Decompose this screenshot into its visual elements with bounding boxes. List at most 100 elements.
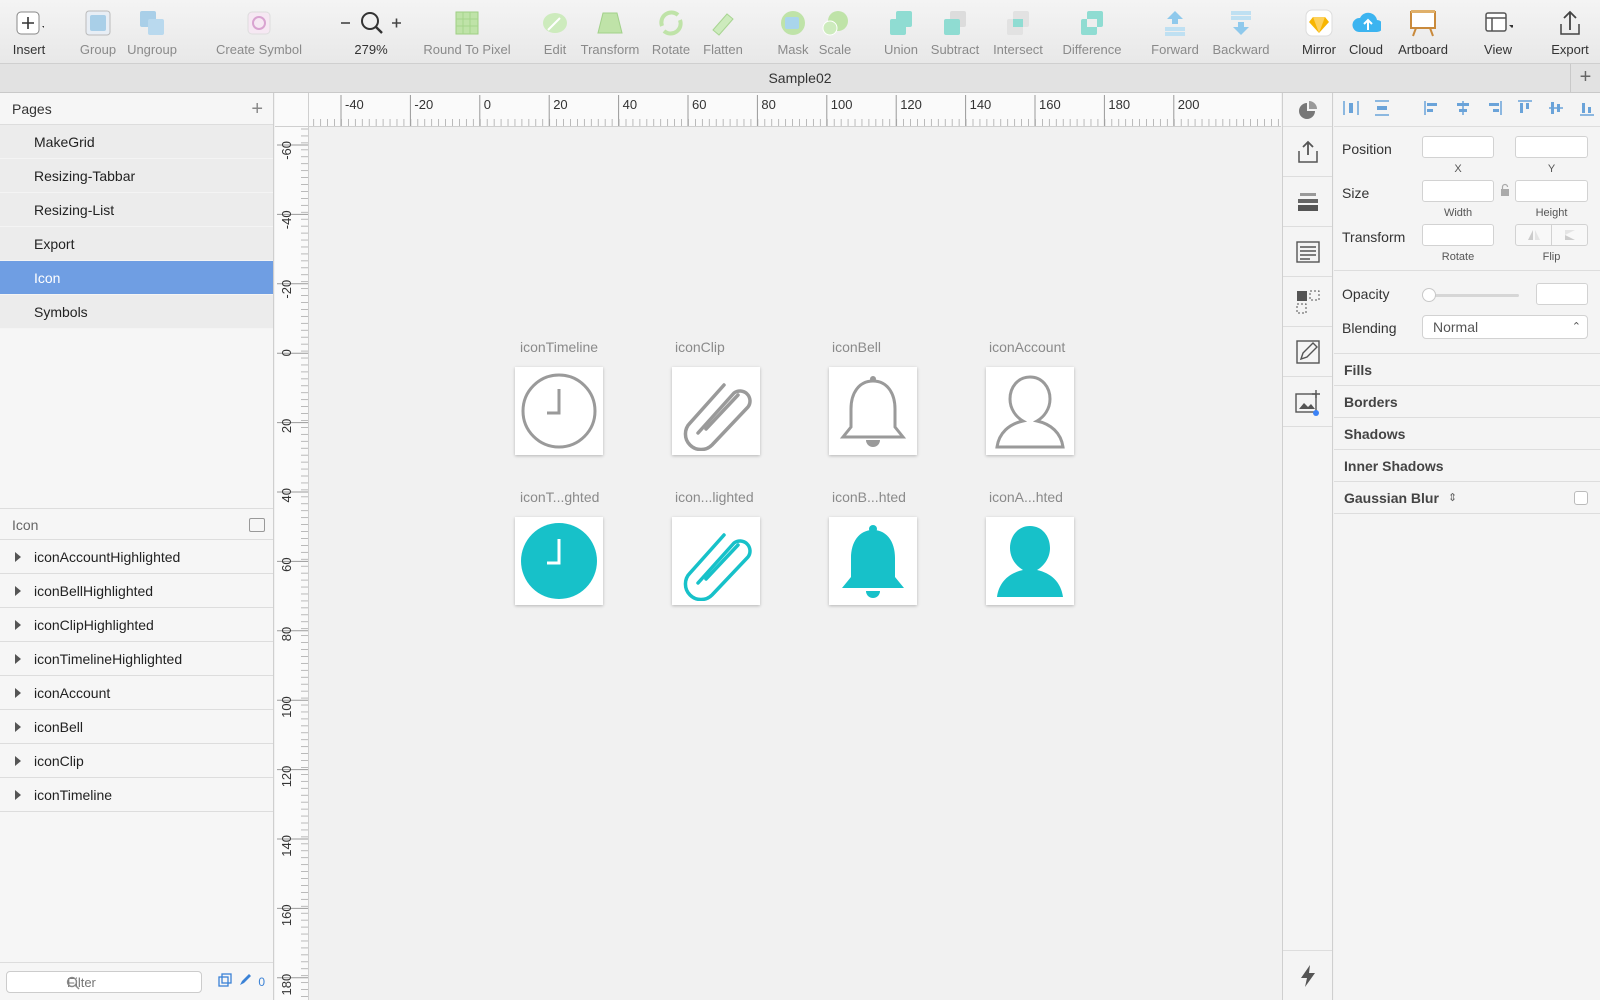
artboard-label[interactable]: iconClip — [675, 339, 725, 355]
plugins-button[interactable] — [1283, 950, 1332, 1000]
y-field[interactable] — [1515, 136, 1588, 158]
canvas[interactable]: iconTimeline iconClip iconBell iconAccou… — [310, 128, 1281, 1000]
intersect-button[interactable]: Intersect — [983, 8, 1053, 57]
rotate-label: Rotate — [1441, 251, 1475, 263]
align-bottom-icon[interactable] — [1578, 99, 1596, 120]
disclosure-triangle-icon[interactable] — [15, 722, 21, 732]
opacity-slider[interactable] — [1427, 294, 1519, 297]
align-top-icon[interactable] — [1516, 99, 1534, 120]
export-panel-button[interactable] — [1283, 127, 1332, 177]
symbols-filter-icon[interactable] — [218, 973, 232, 990]
artboard-label[interactable]: icon...lighted — [675, 489, 754, 505]
align-center-horizontal-icon[interactable] — [1454, 99, 1472, 120]
disclosure-triangle-icon[interactable] — [15, 790, 21, 800]
page-item-resizing-tabbar[interactable]: Resizing-Tabbar — [0, 159, 273, 193]
disclosure-triangle-icon[interactable] — [15, 688, 21, 698]
artboard-icon-account[interactable] — [986, 367, 1074, 455]
align-middle-vertical-icon[interactable] — [1547, 99, 1565, 120]
round-to-pixel-button[interactable]: Round To Pixel — [422, 8, 512, 57]
difference-button[interactable]: Difference — [1052, 8, 1132, 57]
width-field[interactable] — [1422, 180, 1494, 202]
x-field[interactable] — [1422, 136, 1494, 158]
page-item-export[interactable]: Export — [0, 227, 273, 261]
artboard-icon-timeline[interactable] — [515, 367, 603, 455]
disclosure-triangle-icon[interactable] — [15, 586, 21, 596]
grid-select-button[interactable] — [1283, 277, 1332, 327]
collapse-layers-icon[interactable] — [249, 518, 265, 532]
lock-icon[interactable] — [1500, 183, 1510, 200]
export-button[interactable]: Export — [1535, 8, 1600, 57]
transform-button[interactable]: Transform — [575, 8, 645, 57]
fills-section[interactable]: Fills — [1334, 354, 1600, 386]
forward-button[interactable]: Forward — [1140, 8, 1210, 57]
add-page-icon[interactable]: + — [251, 93, 263, 125]
artboard-button[interactable]: Artboard — [1388, 8, 1458, 57]
create-symbol-button[interactable]: Create Symbol — [216, 8, 302, 57]
flip-horizontal-icon[interactable] — [1516, 225, 1552, 245]
filter-input[interactable] — [6, 971, 202, 993]
artboard-icon-bell[interactable] — [829, 367, 917, 455]
blending-select[interactable]: Normal ⌃ — [1422, 315, 1588, 339]
text-layout-button[interactable] — [1283, 227, 1332, 277]
height-field[interactable] — [1515, 180, 1588, 202]
zoom-control[interactable]: 279% — [336, 8, 406, 57]
align-left-icon[interactable] — [1423, 99, 1441, 120]
rotate-field[interactable] — [1422, 224, 1494, 246]
layer-item[interactable]: iconClip — [0, 744, 273, 778]
page-item-icon[interactable]: Icon — [0, 261, 273, 295]
inner-shadows-section[interactable]: Inner Shadows — [1334, 450, 1600, 482]
artboard-label[interactable]: iconT...ghted — [520, 489, 599, 505]
layer-item[interactable]: iconTimeline — [0, 778, 273, 812]
artboard-label[interactable]: iconAccount — [989, 339, 1065, 355]
disclosure-triangle-icon[interactable] — [15, 654, 21, 664]
opacity-slider-thumb[interactable] — [1422, 288, 1436, 302]
subtract-button[interactable]: Subtract — [920, 8, 990, 57]
artboard-label[interactable]: iconB...hted — [832, 489, 906, 505]
borders-section[interactable]: Borders — [1334, 386, 1600, 418]
disclosure-triangle-icon[interactable] — [15, 756, 21, 766]
layer-item[interactable]: iconAccountHighlighted — [0, 540, 273, 574]
layer-item[interactable]: iconBell — [0, 710, 273, 744]
edited-filter-icon[interactable] — [238, 973, 252, 990]
insert-button[interactable]: Insert — [0, 8, 64, 57]
disclosure-triangle-icon[interactable] — [15, 620, 21, 630]
round-to-pixel-label: Round To Pixel — [423, 42, 511, 57]
artboard-icon-clip[interactable] — [672, 367, 760, 455]
vertical-ruler[interactable]: -60 -40 -20 0 20 40 60 80 100 120 140 160 180 — [275, 127, 309, 1000]
edit-image-button[interactable] — [1283, 327, 1332, 377]
inspector-tab[interactable] — [1283, 93, 1332, 127]
layer-item[interactable]: iconAccount — [0, 676, 273, 710]
artboard-label[interactable]: iconTimeline — [520, 339, 598, 355]
align-right-icon[interactable] — [1485, 99, 1503, 120]
artboard-label[interactable]: iconA...hted — [989, 489, 1063, 505]
scale-button[interactable]: Scale — [800, 8, 870, 57]
artboard-label[interactable]: iconBell — [832, 339, 881, 355]
layer-item[interactable]: iconBellHighlighted — [0, 574, 273, 608]
horizontal-ruler[interactable]: -40 -20 0 20 40 60 80 100 120 140 160 180 200 — [275, 93, 1281, 127]
layer-item[interactable]: iconTimelineHighlighted — [0, 642, 273, 676]
artboard-icon-account-highlighted[interactable] — [986, 517, 1074, 605]
distribute-vertical-icon[interactable] — [1373, 99, 1391, 120]
page-item-resizing-list[interactable]: Resizing-List — [0, 193, 273, 227]
artboard-icon-timeline-highlighted[interactable] — [515, 517, 603, 605]
add-image-button[interactable] — [1283, 377, 1332, 427]
opacity-field[interactable] — [1536, 283, 1588, 305]
view-button[interactable]: View — [1463, 8, 1533, 57]
artboard-icon-clip-highlighted[interactable] — [672, 517, 760, 605]
print-panel-button[interactable] — [1283, 177, 1332, 227]
disclosure-triangle-icon[interactable] — [15, 552, 21, 562]
distribute-horizontal-icon[interactable] — [1342, 99, 1360, 120]
page-item-symbols[interactable]: Symbols — [0, 295, 273, 329]
gaussian-blur-checkbox[interactable] — [1574, 491, 1588, 505]
flip-vertical-icon[interactable] — [1552, 225, 1587, 245]
page-item-makegrid[interactable]: MakeGrid — [0, 125, 273, 159]
blur-type-chevron-icon[interactable]: ⇕ — [1448, 482, 1457, 514]
ungroup-button[interactable]: Ungroup — [117, 8, 187, 57]
flatten-button[interactable]: Flatten — [688, 8, 758, 57]
artboard-icon-bell-highlighted[interactable] — [829, 517, 917, 605]
gaussian-blur-section[interactable]: Gaussian Blur ⇕ — [1334, 482, 1600, 514]
new-tab-button[interactable]: + — [1570, 64, 1600, 92]
shadows-section[interactable]: Shadows — [1334, 418, 1600, 450]
backward-button[interactable]: Backward — [1206, 8, 1276, 57]
layer-item[interactable]: iconClipHighlighted — [0, 608, 273, 642]
